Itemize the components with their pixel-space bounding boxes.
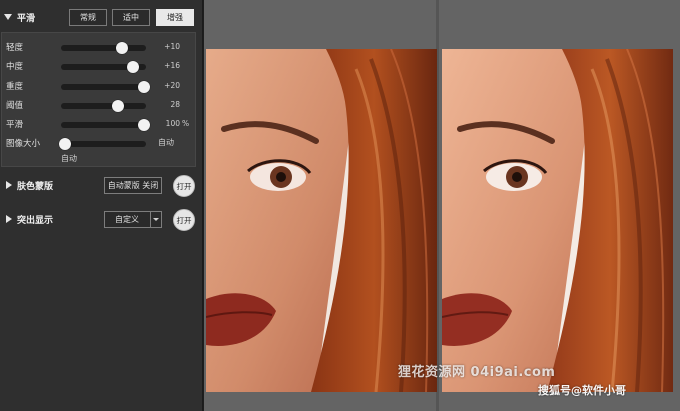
skin-mask-open-button[interactable]: 打开 [173,175,195,197]
skin-mask-title: 肤色蒙版 [17,181,54,192]
expand-triangle-icon[interactable] [6,181,12,189]
slider-row-grain: 图像大小 自动 [2,135,197,151]
slider-value: +16 [164,61,180,70]
highlight-select-value: 自定义 [115,215,139,224]
slider-track[interactable] [61,100,146,112]
slider-track[interactable] [59,138,146,150]
highlight-open-button[interactable]: 打开 [173,209,195,231]
slider-label: 重度 [6,82,24,92]
grain-auto-label: 自动 [158,138,174,147]
settings-panel: 平滑 常规 适中 增强 轻度 +10 中度 +16 重度 +20 阈值 28 平… [0,0,203,411]
highlight-title: 突出显示 [17,215,54,226]
after-preview-image[interactable] [442,49,673,392]
slider-knob[interactable] [138,119,151,131]
slider-row-heavy: 重度 +20 [2,78,197,94]
smoothing-controls: 轻度 +10 中度 +16 重度 +20 阈值 28 平滑 100 % 图像大小 [1,32,196,167]
slider-value: +10 [164,42,180,51]
before-preview-image[interactable] [206,49,437,392]
slider-value: +20 [164,81,180,90]
slider-label: 平滑 [6,120,24,130]
grain-auto-sub-label: 自动 [61,154,77,163]
highlight-select[interactable]: 自定义 [104,211,162,228]
slider-label: 阈值 [6,101,24,111]
percent-unit: % [182,119,190,128]
mode-normal-button[interactable]: 常规 [69,9,107,26]
slider-value: 100 [165,119,180,128]
slider-row-light: 轻度 +10 [2,39,197,55]
smoothing-title: 平滑 [17,13,36,24]
slider-row-smooth: 平滑 100 % [2,116,197,132]
slider-track[interactable] [61,61,146,73]
slider-label: 轻度 [6,43,24,53]
slider-row-medium: 中度 +16 [2,58,197,74]
slider-knob[interactable] [127,61,140,73]
slider-knob[interactable] [138,81,151,93]
slider-track[interactable] [61,81,151,93]
expand-triangle-icon[interactable] [6,215,12,223]
mode-enhanced-button[interactable]: 增强 [156,9,194,26]
slider-label: 中度 [6,62,24,72]
collapse-triangle-icon[interactable] [4,14,12,20]
slider-value: 28 [170,100,180,109]
credit-watermark: 搜狐号@软件小哥 [538,384,626,397]
slider-track[interactable] [61,119,151,131]
auto-mask-field[interactable]: 自动蒙版 关闭 [104,177,162,194]
slider-track[interactable] [61,42,146,54]
slider-knob[interactable] [116,42,129,54]
site-watermark: 狸花资源网 04i9ai.com [398,365,556,380]
slider-knob[interactable] [111,100,124,112]
slider-row-threshold: 阈值 28 [2,97,197,113]
chevron-down-icon[interactable] [150,212,161,227]
slider-knob[interactable] [59,138,72,150]
slider-label: 图像大小 [6,139,41,149]
mode-medium-button[interactable]: 适中 [112,9,150,26]
